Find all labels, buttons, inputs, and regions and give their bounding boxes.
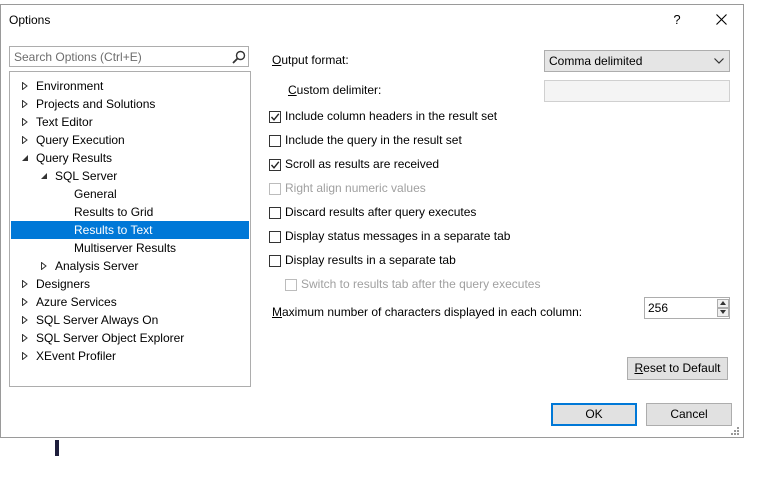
help-button[interactable]: ? [665, 9, 689, 31]
collapsed-arrow-icon[interactable] [21, 352, 29, 360]
collapsed-arrow-icon[interactable] [21, 280, 29, 288]
expanded-arrow-icon[interactable] [21, 154, 29, 162]
title-bar: Options ? [1, 5, 743, 35]
checkbox-include-column-headers-in-the-result-set[interactable] [269, 111, 281, 123]
tree-item-label: Query Results [36, 151, 113, 165]
checkmark-icon [270, 161, 280, 169]
tree-item-sql-server-object-explorer[interactable]: SQL Server Object Explorer [11, 329, 249, 347]
collapsed-arrow-icon[interactable] [21, 316, 29, 324]
collapsed-arrow-icon[interactable] [21, 118, 29, 126]
max-chars-value: 256 [648, 301, 669, 315]
tree-item-label: General [74, 187, 117, 201]
checkmark-icon [270, 113, 280, 121]
output-format-dropdown[interactable]: Comma delimited [544, 50, 730, 72]
checkbox-label-scroll-as-results-are-received: Scroll as results are received [285, 157, 440, 171]
tree-item-text-editor[interactable]: Text Editor [11, 113, 249, 131]
checkbox-label-include-the-query-in-the-result-set: Include the query in the result set [285, 133, 462, 147]
checkbox-label-discard-results-after-query-executes: Discard results after query executes [285, 205, 477, 219]
reset-to-default-button[interactable]: Reset to Default [627, 357, 728, 380]
max-chars-label-rest: aximum number of characters displayed in… [282, 305, 583, 319]
tree-item-general[interactable]: General [11, 185, 249, 203]
reset-button-label: eset to Default [643, 361, 721, 375]
chevron-down-icon [714, 58, 724, 64]
resize-grip-icon[interactable] [731, 427, 740, 436]
search-box [9, 46, 249, 67]
close-button[interactable] [707, 9, 737, 31]
options-tree: Environment Projects and Solutions Text Ed… [9, 71, 251, 387]
caret-down-icon [720, 310, 726, 314]
checkbox-scroll-as-results-are-received[interactable] [269, 159, 281, 171]
collapsed-arrow-icon[interactable] [21, 100, 29, 108]
collapsed-arrow-icon[interactable] [21, 136, 29, 144]
custom-delimiter-field[interactable] [544, 80, 730, 102]
checkbox-label-include-column-headers-in-the-result-set: Include column headers in the result set [285, 109, 498, 123]
background-app-edge [55, 440, 59, 456]
tree-item-sql-server-always-on[interactable]: SQL Server Always On [11, 311, 249, 329]
tree-item-label: Designers [36, 277, 91, 291]
checkbox-discard-results-after-query-executes[interactable] [269, 207, 281, 219]
tree-item-label: Projects and Solutions [36, 97, 156, 111]
tree-item-query-execution[interactable]: Query Execution [11, 131, 249, 149]
tree-item-label: SQL Server Object Explorer [36, 331, 185, 345]
tree-item-label: SQL Server [55, 169, 118, 183]
tree-item-label: Analysis Server [55, 259, 139, 273]
tree-item-query-results[interactable]: Query Results [11, 149, 249, 167]
output-format-label: Output format: [272, 53, 349, 67]
tree-item-label: Azure Services [36, 295, 117, 309]
checkbox-switch-to-results-tab-after-the-query-executes [285, 279, 297, 291]
cancel-button[interactable]: Cancel [646, 403, 732, 426]
max-chars-stepper[interactable]: 256 [644, 297, 730, 319]
output-format-label-rest: utput format: [281, 53, 349, 67]
checkbox-label-display-results-in-a-separate-tab: Display results in a separate tab [285, 253, 456, 267]
checkbox-label-display-status-messages-in-a-separate-tab: Display status messages in a separate ta… [285, 229, 511, 243]
caret-up-icon [720, 301, 726, 305]
collapsed-arrow-icon[interactable] [21, 334, 29, 342]
close-icon [716, 14, 727, 25]
tree-item-designers[interactable]: Designers [11, 275, 249, 293]
tree-item-results-to-text[interactable]: Results to Text [11, 221, 249, 239]
output-format-value: Comma delimited [549, 54, 643, 68]
tree-item-label: Results to Text [74, 223, 153, 237]
checkbox-label-switch-to-results-tab-after-the-query-executes: Switch to results tab after the query ex… [301, 277, 541, 291]
collapsed-arrow-icon[interactable] [40, 262, 48, 270]
tree-item-label: Multiserver Results [74, 241, 177, 255]
checkbox-label-right-align-numeric-values: Right align numeric values [285, 181, 426, 195]
custom-delimiter-label-rest: ustom delimiter: [296, 83, 382, 97]
tree-item-azure-services[interactable]: Azure Services [11, 293, 249, 311]
tree-item-sql-server[interactable]: SQL Server [11, 167, 249, 185]
tree-item-multiserver-results[interactable]: Multiserver Results [11, 239, 249, 257]
collapsed-arrow-icon[interactable] [21, 82, 29, 90]
expanded-arrow-icon[interactable] [40, 172, 48, 180]
tree-item-results-to-grid[interactable]: Results to Grid [11, 203, 249, 221]
tree-item-label: XEvent Profiler [36, 349, 117, 363]
tree-item-label: Results to Grid [74, 205, 154, 219]
tree-item-environment[interactable]: Environment [11, 77, 249, 95]
custom-delimiter-label: Custom delimiter: [288, 83, 382, 97]
search-icon[interactable] [232, 50, 246, 64]
reset-button-accesskey: R [634, 361, 644, 375]
checkbox-display-results-in-a-separate-tab[interactable] [269, 255, 281, 267]
tree-item-label: Environment [36, 79, 104, 93]
collapsed-arrow-icon[interactable] [21, 298, 29, 306]
tree-item-label: Text Editor [36, 115, 93, 129]
checkbox-display-status-messages-in-a-separate-tab[interactable] [269, 231, 281, 243]
tree-item-label: Query Execution [36, 133, 125, 147]
ok-button[interactable]: OK [551, 403, 637, 426]
tree-item-xevent-profiler[interactable]: XEvent Profiler [11, 347, 249, 365]
dialog-title: Options [9, 13, 51, 27]
checkbox-include-the-query-in-the-result-set[interactable] [269, 135, 281, 147]
search-input[interactable] [10, 47, 234, 66]
tree-item-label: SQL Server Always On [36, 313, 159, 327]
tree-item-analysis-server[interactable]: Analysis Server [11, 257, 249, 275]
stepper-down-button[interactable] [717, 308, 729, 317]
checkbox-right-align-numeric-values [269, 183, 281, 195]
tree-item-projects-and-solutions[interactable]: Projects and Solutions [11, 95, 249, 113]
max-chars-label: Maximum number of characters displayed i… [272, 305, 583, 319]
options-dialog: Options ? Environment Projects and Soluti… [0, 4, 744, 438]
stepper-up-button[interactable] [717, 299, 729, 308]
